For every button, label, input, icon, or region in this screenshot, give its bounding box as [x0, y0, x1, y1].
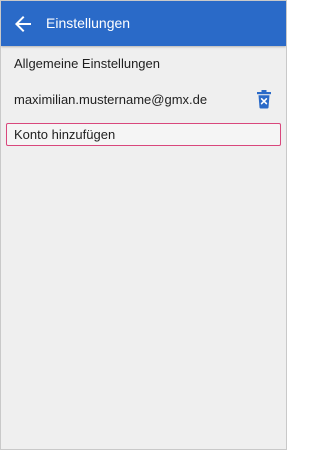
- app-bar: Einstellungen: [1, 1, 286, 46]
- page-title: Einstellungen: [46, 15, 131, 31]
- delete-account-button[interactable]: [255, 89, 273, 109]
- general-settings-item[interactable]: Allgemeine Einstellungen: [1, 47, 286, 79]
- add-account-label: Konto hinzufügen: [14, 127, 116, 142]
- add-account-button[interactable]: Konto hinzufügen: [6, 123, 281, 146]
- general-settings-label: Allgemeine Einstellungen: [14, 56, 160, 71]
- settings-screen: Einstellungen Allgemeine Einstellungen m…: [0, 0, 287, 450]
- trash-icon: [257, 90, 271, 109]
- account-item[interactable]: maximilian.mustername@gmx.de: [1, 83, 286, 115]
- back-button[interactable]: [11, 12, 35, 36]
- arrow-left-icon: [15, 16, 31, 32]
- account-email-label: maximilian.mustername@gmx.de: [14, 92, 208, 107]
